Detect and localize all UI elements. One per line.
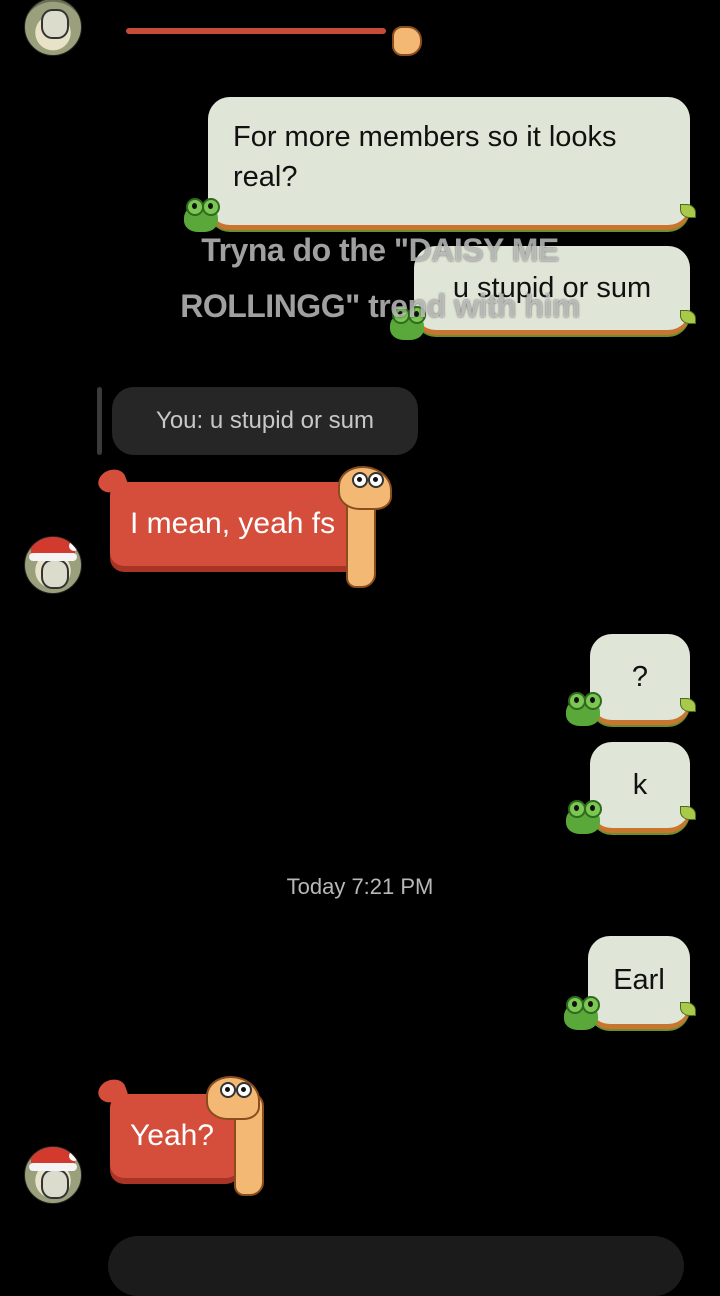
message-text: I mean, yeah fs <box>130 507 336 540</box>
message-input-bar[interactable] <box>108 1236 684 1296</box>
reply-preview[interactable]: You: u stupid or sum <box>112 387 418 455</box>
avatar-face <box>41 9 69 39</box>
leaf-icon <box>680 698 696 712</box>
sent-message[interactable]: Earl <box>588 936 690 1024</box>
message-text: Yeah? <box>130 1119 214 1152</box>
message-text: For more members so it looks real? <box>233 121 617 193</box>
reply-indicator-bar <box>97 387 102 455</box>
dog-head-icon <box>338 466 392 510</box>
reply-preview-text: You: u stupid or sum <box>156 407 374 434</box>
frog-sticker-icon <box>564 996 602 1030</box>
leaf-icon <box>680 310 696 324</box>
message-text: Earl <box>613 964 665 996</box>
sent-message[interactable]: ? <box>590 634 690 720</box>
message-text: k <box>632 769 648 801</box>
contact-avatar[interactable] <box>24 1146 82 1204</box>
message-text: ? <box>631 661 649 693</box>
frog-sticker-icon <box>566 692 604 726</box>
received-message[interactable]: I mean, yeah fs <box>110 482 370 566</box>
sent-message[interactable]: k <box>590 742 690 828</box>
contact-avatar-top[interactable] <box>24 0 82 56</box>
dog-sticker-partial <box>392 26 422 56</box>
leaf-icon <box>680 806 696 820</box>
received-bubble-partial <box>126 28 386 34</box>
frog-sticker-icon <box>566 800 604 834</box>
leaf-icon <box>680 204 696 218</box>
leaf-icon <box>680 1002 696 1016</box>
video-caption-overlay: Tryna do the "DAISY ME ROLLINGG" trend w… <box>180 232 580 324</box>
contact-avatar[interactable] <box>24 536 82 594</box>
timestamp-divider: Today 7:21 PM <box>286 874 434 899</box>
sent-message[interactable]: For more members so it looks real? <box>208 97 690 225</box>
dog-head-icon <box>206 1076 260 1120</box>
